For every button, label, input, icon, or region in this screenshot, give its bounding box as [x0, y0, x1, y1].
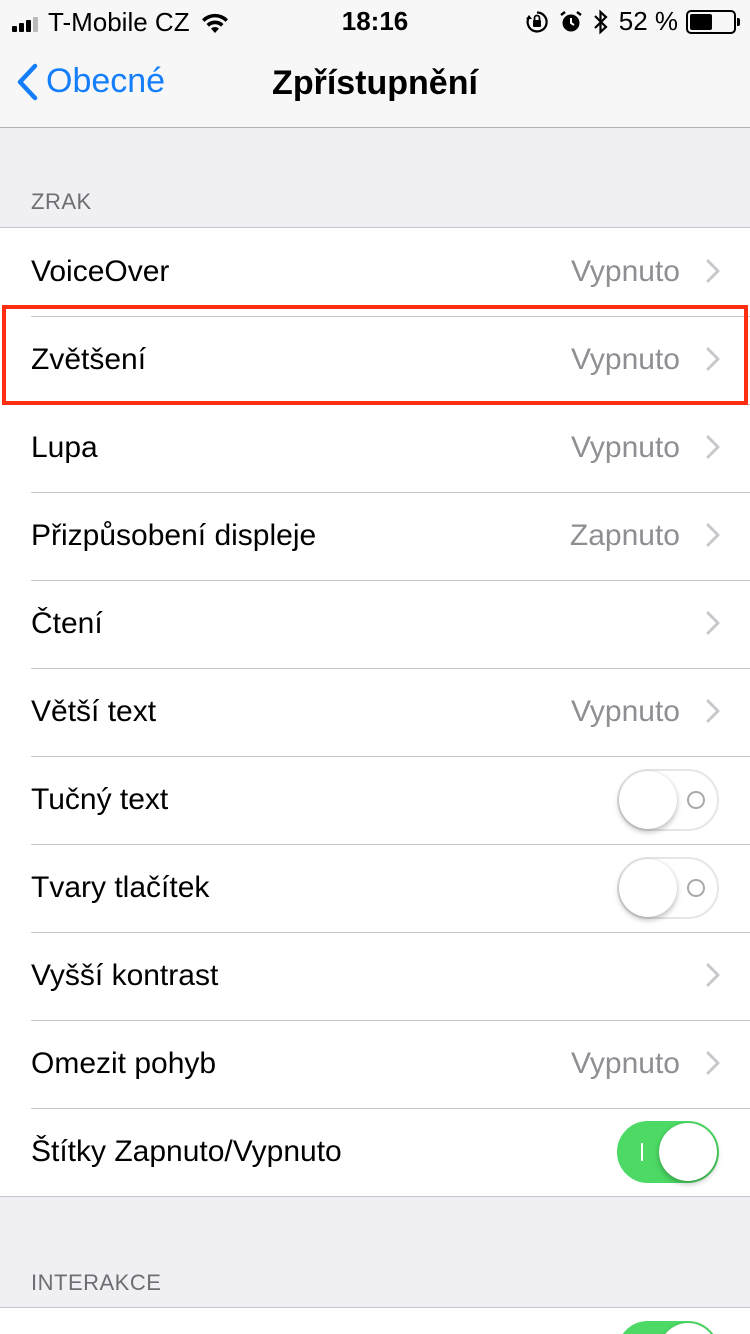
setting-row-tucny-text[interactable]: Tučný text	[0, 756, 750, 844]
toggle-switch[interactable]	[617, 1121, 719, 1183]
setting-label: Štítky Zapnuto/Vypnuto	[31, 1135, 342, 1168]
chevron-right-icon	[706, 611, 720, 635]
setting-row-stitky-zapnuto-vypnuto[interactable]: Štítky Zapnuto/Vypnuto	[0, 1108, 750, 1196]
setting-row-tvary-tlacitek[interactable]: Tvary tlačítek	[0, 844, 750, 932]
setting-row-lupa[interactable]: Lupa Vypnuto	[0, 404, 750, 492]
setting-label: Zvětšení	[31, 343, 147, 376]
setting-label: Lupa	[31, 431, 98, 464]
setting-label: VoiceOver	[31, 255, 170, 288]
setting-value: Zapnuto	[569, 519, 680, 552]
setting-row-cteni[interactable]: Čtení	[0, 580, 750, 668]
bluetooth-icon	[593, 9, 609, 35]
setting-value: Vypnuto	[571, 1047, 680, 1080]
chevron-right-icon	[706, 963, 720, 987]
toggle-switch[interactable]	[617, 857, 719, 919]
setting-row-zvetseni[interactable]: Zvětšení Vypnuto	[0, 316, 750, 404]
toggle-switch[interactable]	[617, 769, 719, 831]
toggle-knob	[619, 771, 677, 829]
setting-row-voiceover[interactable]: VoiceOver Vypnuto	[0, 228, 750, 316]
setting-label: Větší text	[31, 695, 157, 728]
page-title: Zpřístupnění	[272, 64, 478, 102]
chevron-right-icon	[706, 1051, 720, 1075]
section-header-interaction: INTERAKCE	[31, 1270, 162, 1295]
setting-value: Vypnuto	[571, 431, 680, 464]
setting-value: Vypnuto	[571, 695, 680, 728]
chevron-right-icon	[706, 347, 720, 371]
setting-row-prizpusobeni-displeje[interactable]: Přizpůsobení displeje Zapnuto	[0, 492, 750, 580]
setting-row-vyssi-kontrast[interactable]: Vyšší kontrast	[0, 932, 750, 1020]
interaction-toggle[interactable]	[617, 1321, 719, 1334]
toggle-on-mark	[641, 1143, 643, 1161]
setting-label: Vyšší kontrast	[31, 959, 219, 992]
setting-label: Přizpůsobení displeje	[31, 519, 317, 552]
status-right: 52 %	[515, 6, 740, 37]
alarm-icon	[559, 10, 583, 34]
setting-row-vetsi-text[interactable]: Větší text Vypnuto	[0, 668, 750, 756]
interaction-settings-group	[0, 1307, 750, 1334]
chevron-right-icon	[706, 435, 720, 459]
setting-label: Tvary tlačítek	[31, 871, 210, 904]
chevron-right-icon	[706, 523, 720, 547]
section-header-vision: ZRAK	[31, 189, 92, 214]
toggle-knob	[619, 859, 677, 917]
toggle-knob	[659, 1123, 717, 1181]
toggle-off-mark	[687, 791, 705, 809]
orientation-lock-icon	[525, 10, 549, 34]
status-bar: T-Mobile CZ 18:16 52 %	[0, 0, 750, 40]
setting-value: Vypnuto	[571, 255, 680, 288]
setting-label: Čtení	[31, 607, 103, 640]
chevron-right-icon	[706, 259, 720, 283]
setting-label: Tučný text	[31, 783, 169, 816]
battery-percent: 52 %	[618, 6, 678, 36]
battery-icon	[686, 9, 740, 34]
setting-label: Omezit pohyb	[31, 1047, 217, 1080]
toggle-knob	[659, 1323, 717, 1334]
setting-value: Vypnuto	[571, 343, 680, 376]
toggle-off-mark	[687, 879, 705, 897]
vision-settings-group: VoiceOver Vypnuto Zvětšení Vypnuto Lupa Vypnu…	[0, 227, 750, 1197]
setting-row-omezit-pohyb[interactable]: Omezit pohyb Vypnuto	[0, 1020, 750, 1108]
chevron-right-icon	[706, 699, 720, 723]
navigation-bar: Obecné Zpřístupnění	[0, 40, 750, 128]
